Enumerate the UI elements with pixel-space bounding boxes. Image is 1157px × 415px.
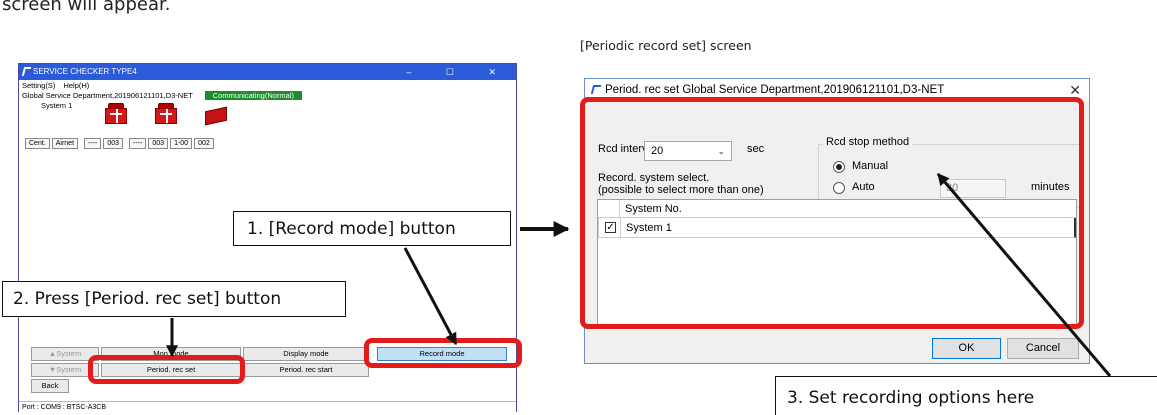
callout-press-period-rec-set: 2. Press [Period. rec set] button xyxy=(2,281,346,317)
arrow-to-options xyxy=(936,173,1112,377)
callout-set-options: 3. Set recording options here xyxy=(775,376,1157,415)
annotation-arrows xyxy=(166,173,1112,377)
callout-record-mode: 1. [Record mode] button xyxy=(233,211,511,246)
arrow-to-record-mode xyxy=(403,247,458,346)
